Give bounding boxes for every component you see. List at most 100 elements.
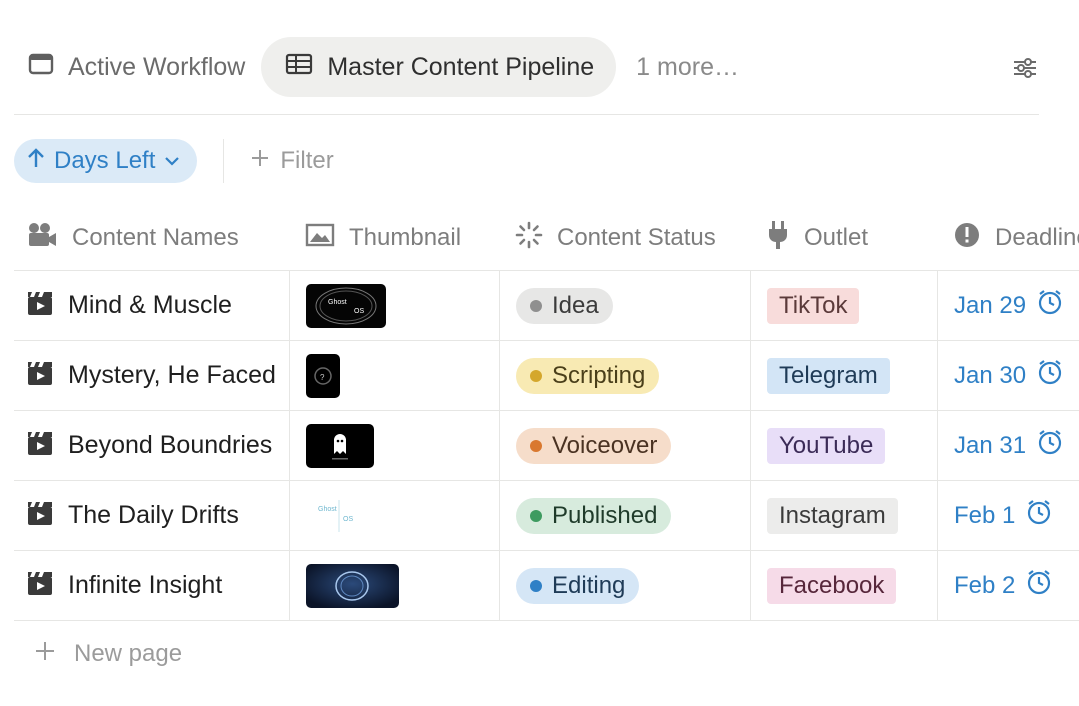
column-label: Thumbnail <box>349 224 462 251</box>
arrow-up-icon <box>26 147 46 176</box>
thumbnail-text: ? <box>320 373 325 382</box>
column-label: Deadline <box>995 224 1079 251</box>
deadline-cell[interactable]: Jan 31 <box>937 411 1079 480</box>
alarm-clock-icon[interactable] <box>1036 288 1064 323</box>
tab-label: Master Content Pipeline <box>327 52 595 81</box>
plus-icon <box>34 640 56 669</box>
outlet-label: Instagram <box>779 501 886 529</box>
clapperboard-icon <box>26 429 54 462</box>
outlet-label: Telegram <box>779 361 878 389</box>
thumbnail-text: OS <box>354 308 364 315</box>
thumbnail-cell[interactable] <box>289 551 499 620</box>
column-header-thumbnail[interactable]: Thumbnail <box>289 206 499 270</box>
table-row[interactable]: Mind & Muscle Ghost OS Idea TikTok Jan 29 <box>14 271 1079 341</box>
outlet-cell[interactable]: Instagram <box>750 481 937 550</box>
outlet-tag[interactable]: Instagram <box>767 497 898 534</box>
status-cell[interactable]: Published <box>499 481 750 550</box>
alarm-clock-icon[interactable] <box>1025 568 1053 603</box>
column-header-content-names[interactable]: Content Names <box>14 206 289 270</box>
tabs-divider <box>14 114 1039 115</box>
status-dot <box>530 369 542 382</box>
filter-bar: Days Left Filter <box>14 138 334 184</box>
thumbnail-image[interactable]: ? <box>306 353 340 398</box>
alarm-clock-icon[interactable] <box>1036 358 1064 393</box>
table-body: Mind & Muscle Ghost OS Idea TikTok Jan 29 Myst… <box>14 271 1079 621</box>
outlet-cell[interactable]: Facebook <box>750 551 937 620</box>
deadline-cell[interactable]: Jan 29 <box>937 271 1079 340</box>
outlet-tag[interactable]: TikTok <box>767 287 860 324</box>
deadline-cell[interactable]: Feb 2 <box>937 551 1079 620</box>
deadline-date: Jan 31 <box>954 431 1027 459</box>
alarm-clock-icon[interactable] <box>1036 428 1064 463</box>
status-badge[interactable]: Scripting <box>516 357 660 394</box>
filter-label: Filter <box>280 147 334 174</box>
status-badge[interactable]: Published <box>516 497 672 534</box>
status-label: Published <box>552 501 658 529</box>
thumbnail-cell[interactable]: Ghost OS <box>289 271 499 340</box>
deadline-cell[interactable]: Feb 1 <box>937 481 1079 550</box>
alarm-clock-icon[interactable] <box>1025 498 1053 533</box>
outlet-label: TikTok <box>779 291 848 319</box>
thumbnail-cell[interactable]: Ghost OS <box>289 481 499 550</box>
tab-master-content-pipeline[interactable]: Master Content Pipeline <box>261 37 617 97</box>
deadline-date: Feb 2 <box>954 571 1016 599</box>
status-cell[interactable]: Voiceover <box>499 411 750 480</box>
status-cell[interactable]: Idea <box>499 271 750 340</box>
content-name-cell[interactable]: Infinite Insight <box>14 551 289 620</box>
thumbnail-text: OS <box>343 516 353 523</box>
status-badge[interactable]: Idea <box>516 287 613 324</box>
clapperboard-icon <box>26 499 54 532</box>
thumbnail-image[interactable] <box>306 563 399 608</box>
status-label: Editing <box>552 571 626 599</box>
clapperboard-icon <box>26 569 54 602</box>
sort-days-left-chip[interactable]: Days Left <box>14 139 198 183</box>
table-row[interactable]: Mystery, He Faced? Scripting Telegram Jan 3… <box>14 341 1079 411</box>
column-header-content-status[interactable]: Content Status <box>499 206 750 270</box>
content-name: Mind & Muscle <box>68 291 232 319</box>
status-cell[interactable]: Scripting <box>499 341 750 410</box>
column-label: Outlet <box>804 224 869 251</box>
column-header-outlet[interactable]: Outlet <box>750 206 937 270</box>
status-dot <box>530 579 542 592</box>
content-name: Beyond Boundries <box>68 431 273 459</box>
clapperboard-icon <box>26 289 54 322</box>
status-label: Voiceover <box>552 431 658 459</box>
column-label: Content Names <box>72 224 239 251</box>
tab-active-workflow[interactable]: Active Workflow <box>14 37 259 97</box>
content-name-cell[interactable]: Mystery, He Faced <box>14 341 289 410</box>
outlet-cell[interactable]: TikTok <box>750 271 937 340</box>
browser-window-icon <box>28 51 54 84</box>
content-name: Infinite Insight <box>68 571 223 599</box>
outlet-tag[interactable]: Facebook <box>767 567 897 604</box>
outlet-tag[interactable]: YouTube <box>767 427 886 464</box>
image-icon <box>305 222 335 255</box>
thumbnail-image[interactable]: Ghost OS <box>306 283 386 328</box>
add-filter-button[interactable]: Filter <box>250 147 334 175</box>
content-name-cell[interactable]: Mind & Muscle <box>14 271 289 340</box>
outlet-cell[interactable]: YouTube <box>750 411 937 480</box>
view-settings-icon[interactable] <box>1011 54 1039 82</box>
thumbnail-cell[interactable] <box>289 411 499 480</box>
outlet-tag[interactable]: Telegram <box>767 357 890 394</box>
status-badge[interactable]: Voiceover <box>516 427 672 464</box>
table-row[interactable]: The Daily Drifts Ghost OS Published Instagra… <box>14 481 1079 551</box>
content-name-cell[interactable]: Beyond Boundries <box>14 411 289 480</box>
new-page-button[interactable]: New page <box>34 636 182 672</box>
status-cell[interactable]: Editing <box>499 551 750 620</box>
sort-label: Days Left <box>54 147 156 174</box>
tab-label: Active Workflow <box>68 52 246 81</box>
content-name-cell[interactable]: The Daily Drifts <box>14 481 289 550</box>
status-badge[interactable]: Editing <box>516 567 640 604</box>
table-row[interactable]: Beyond Boundries Voiceover YouTube Jan 31 <box>14 411 1079 481</box>
deadline-cell[interactable]: Jan 30 <box>937 341 1079 410</box>
outlet-cell[interactable]: Telegram <box>750 341 937 410</box>
table-icon <box>285 52 313 83</box>
thumbnail-cell[interactable]: ? <box>289 341 499 410</box>
column-header-deadline[interactable]: Deadline <box>937 206 1079 270</box>
table-row[interactable]: Infinite Insight Editing Facebook Feb 2 <box>14 551 1079 621</box>
alert-circle-icon <box>953 221 981 256</box>
chevron-down-icon <box>163 147 181 175</box>
more-views-button[interactable]: 1 more… <box>624 53 751 82</box>
thumbnail-image[interactable]: Ghost OS <box>306 493 366 538</box>
thumbnail-image[interactable] <box>306 423 374 468</box>
